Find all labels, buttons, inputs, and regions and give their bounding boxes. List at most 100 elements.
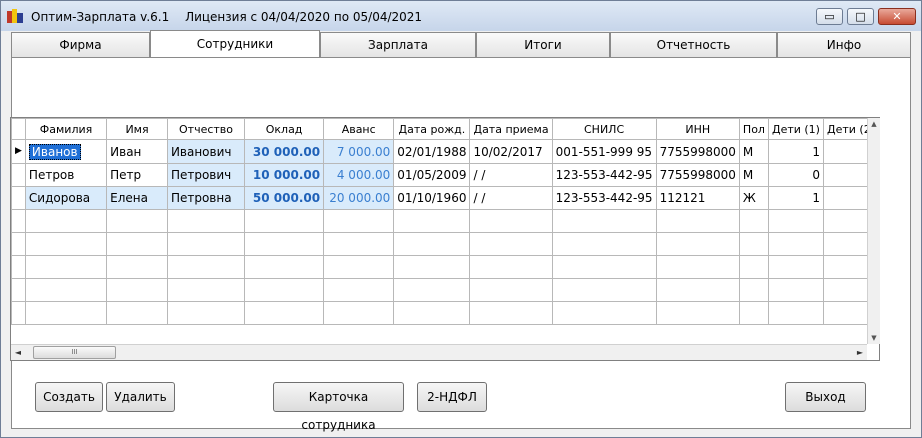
empty-cell[interactable] bbox=[469, 255, 553, 279]
empty-cell[interactable] bbox=[469, 209, 553, 233]
scroll-down-icon[interactable]: ▼ bbox=[868, 332, 880, 344]
cell-birth-date[interactable]: 01/10/1960 bbox=[393, 186, 471, 210]
tab-salary[interactable]: Зарплата bbox=[320, 32, 476, 57]
empty-cell[interactable] bbox=[767, 278, 824, 302]
cell-salary[interactable]: 50 000.00 bbox=[244, 186, 325, 210]
cell-sex[interactable]: Ж bbox=[738, 186, 769, 210]
cell-last-name[interactable]: Сидорова bbox=[24, 186, 108, 210]
empty-cell[interactable] bbox=[551, 255, 657, 279]
empty-cell[interactable] bbox=[738, 255, 769, 279]
empty-cell[interactable] bbox=[166, 209, 246, 233]
empty-cell[interactable] bbox=[24, 255, 108, 279]
empty-cell[interactable] bbox=[469, 301, 553, 325]
empty-cell[interactable] bbox=[551, 232, 657, 256]
scroll-right-icon[interactable]: ► bbox=[853, 345, 867, 360]
empty-cell[interactable] bbox=[24, 209, 108, 233]
tab-totals[interactable]: Итоги bbox=[476, 32, 610, 57]
empty-cell[interactable] bbox=[323, 209, 395, 233]
empty-cell[interactable] bbox=[393, 232, 471, 256]
close-button[interactable]: ✕ bbox=[878, 8, 916, 25]
tab-firm[interactable]: Фирма bbox=[11, 32, 150, 57]
empty-cell[interactable] bbox=[738, 278, 769, 302]
empty-cell[interactable] bbox=[323, 255, 395, 279]
empty-cell[interactable] bbox=[244, 232, 325, 256]
empty-cell[interactable] bbox=[166, 301, 246, 325]
empty-cell[interactable] bbox=[767, 209, 824, 233]
cell-hire-date[interactable]: / / bbox=[469, 186, 553, 210]
delete-button[interactable]: Удалить bbox=[106, 382, 175, 412]
column-header-advance[interactable]: Аванс bbox=[323, 118, 395, 140]
empty-cell[interactable] bbox=[767, 255, 824, 279]
cell-snils[interactable]: 001-551-999 95 bbox=[551, 139, 657, 164]
cell-sex[interactable]: М bbox=[738, 163, 769, 187]
cell-inn[interactable]: 7755998000 bbox=[655, 139, 740, 164]
column-header-snils[interactable]: СНИЛС bbox=[551, 118, 657, 140]
maximize-button[interactable]: □ bbox=[847, 8, 874, 25]
empty-cell[interactable] bbox=[244, 278, 325, 302]
horizontal-scroll-thumb[interactable]: III bbox=[33, 346, 116, 359]
cell-advance[interactable]: 7 000.00 bbox=[323, 139, 395, 164]
cell-middle-name[interactable]: Петрович bbox=[166, 163, 246, 187]
empty-cell[interactable] bbox=[323, 278, 395, 302]
empty-cell[interactable] bbox=[551, 209, 657, 233]
cell-salary[interactable]: 30 000.00 bbox=[244, 139, 325, 164]
cell-birth-date[interactable]: 02/01/1988 bbox=[393, 139, 471, 164]
empty-cell[interactable] bbox=[655, 278, 740, 302]
empty-cell[interactable] bbox=[166, 278, 246, 302]
cell-inn[interactable]: 7755998000 bbox=[655, 163, 740, 187]
cell-salary[interactable]: 10 000.00 bbox=[244, 163, 325, 187]
empty-cell[interactable] bbox=[767, 301, 824, 325]
cell-last-name[interactable]: Иванов bbox=[24, 139, 108, 164]
cell-hire-date[interactable]: 10/02/2017 bbox=[469, 139, 553, 164]
exit-button[interactable]: Выход bbox=[785, 382, 866, 412]
empty-cell[interactable] bbox=[469, 232, 553, 256]
empty-cell[interactable] bbox=[244, 209, 325, 233]
empty-cell[interactable] bbox=[655, 232, 740, 256]
cell-snils[interactable]: 123-553-442-95 bbox=[551, 163, 657, 187]
column-header-last-name[interactable]: Фамилия bbox=[24, 118, 108, 140]
cell-middle-name[interactable]: Петровна bbox=[166, 186, 246, 210]
cell-snils[interactable]: 123-553-442-95 bbox=[551, 186, 657, 210]
column-header-first-name[interactable]: Имя bbox=[106, 118, 168, 140]
empty-table-row[interactable] bbox=[11, 232, 879, 256]
scroll-up-icon[interactable]: ▲ bbox=[868, 118, 880, 130]
cell-children-1[interactable]: 1 bbox=[767, 139, 824, 164]
empty-table-row[interactable] bbox=[11, 301, 879, 325]
empty-cell[interactable] bbox=[106, 255, 168, 279]
empty-cell[interactable] bbox=[738, 301, 769, 325]
empty-cell[interactable] bbox=[655, 255, 740, 279]
empty-cell[interactable] bbox=[24, 278, 108, 302]
empty-cell[interactable] bbox=[469, 278, 553, 302]
empty-cell[interactable] bbox=[393, 255, 471, 279]
empty-cell[interactable] bbox=[106, 209, 168, 233]
cell-children-1[interactable]: 0 bbox=[767, 163, 824, 187]
empty-cell[interactable] bbox=[166, 255, 246, 279]
empty-table-row[interactable] bbox=[11, 278, 879, 302]
empty-cell[interactable] bbox=[24, 232, 108, 256]
cell-inn[interactable]: 112121 bbox=[655, 186, 740, 210]
column-header-middle-name[interactable]: Отчество bbox=[166, 118, 246, 140]
empty-cell[interactable] bbox=[24, 301, 108, 325]
empty-cell[interactable] bbox=[244, 301, 325, 325]
cell-middle-name[interactable]: Иванович bbox=[166, 139, 246, 164]
ndfl-button[interactable]: 2-НДФЛ bbox=[417, 382, 487, 412]
empty-cell[interactable] bbox=[393, 278, 471, 302]
create-button[interactable]: Создать bbox=[35, 382, 103, 412]
cell-children-1[interactable]: 1 bbox=[767, 186, 824, 210]
tab-employees[interactable]: Сотрудники bbox=[150, 30, 320, 57]
empty-cell[interactable] bbox=[767, 232, 824, 256]
horizontal-scrollbar[interactable]: ◄ III ► bbox=[11, 344, 867, 360]
vertical-scrollbar[interactable]: ▲ ▼ bbox=[867, 118, 880, 344]
cell-first-name[interactable]: Петр bbox=[106, 163, 168, 187]
employee-card-button[interactable]: Карточка сотрудника bbox=[273, 382, 404, 432]
empty-cell[interactable] bbox=[323, 232, 395, 256]
cell-birth-date[interactable]: 01/05/2009 bbox=[393, 163, 471, 187]
table-row[interactable]: Сидорова Елена Петровна 50 000.00 20 000… bbox=[11, 186, 879, 210]
empty-cell[interactable] bbox=[323, 301, 395, 325]
empty-cell[interactable] bbox=[393, 301, 471, 325]
column-header-sex[interactable]: Пол bbox=[738, 118, 769, 140]
cell-first-name[interactable]: Елена bbox=[106, 186, 168, 210]
empty-cell[interactable] bbox=[655, 301, 740, 325]
empty-cell[interactable] bbox=[166, 232, 246, 256]
empty-cell[interactable] bbox=[738, 209, 769, 233]
